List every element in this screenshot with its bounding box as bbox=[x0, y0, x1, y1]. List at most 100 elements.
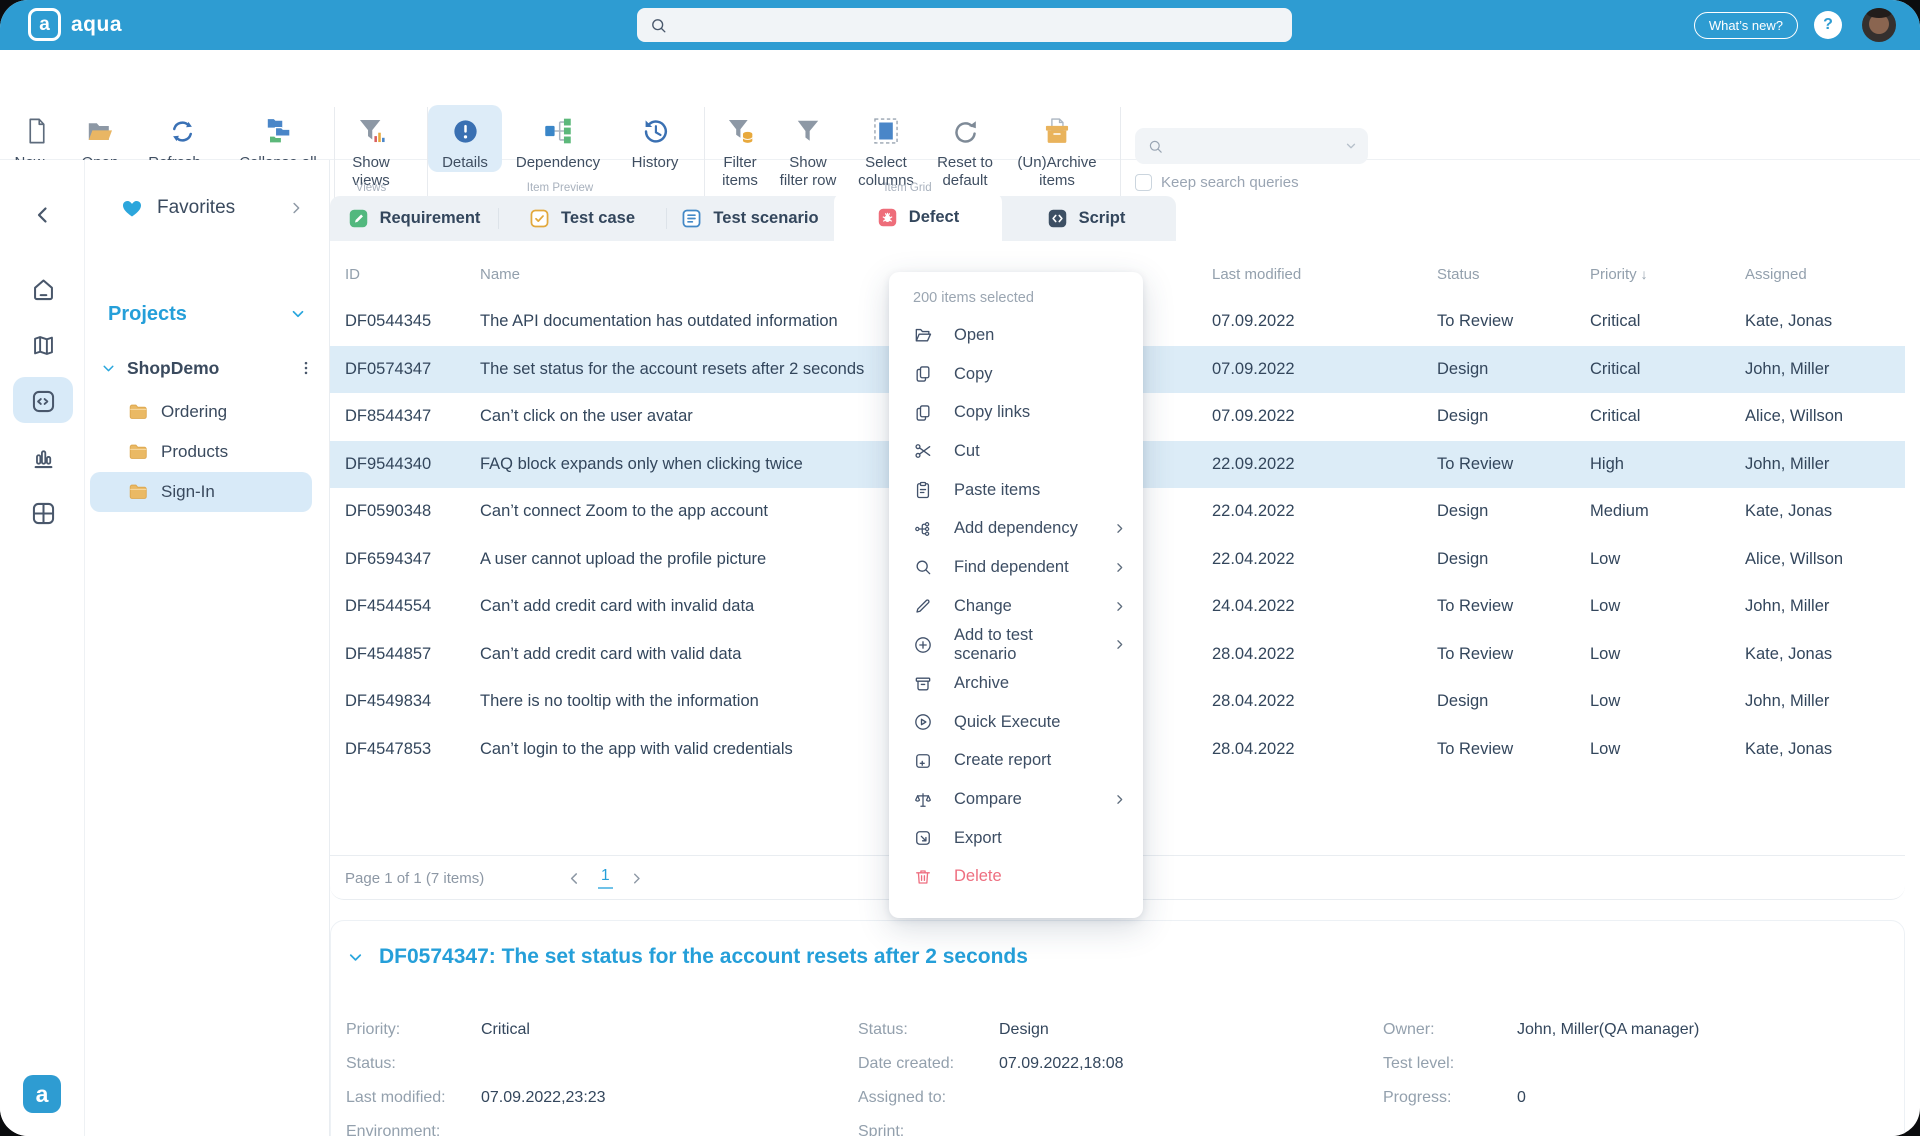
help-button[interactable]: ? bbox=[1814, 11, 1842, 39]
item-type-tab[interactable]: Defect bbox=[834, 193, 1002, 241]
context-menu-item[interactable]: Copy links bbox=[889, 393, 1143, 432]
column-header-status[interactable]: Status bbox=[1437, 266, 1590, 283]
folder-tree-item[interactable]: Products bbox=[90, 432, 312, 472]
search-icon bbox=[649, 16, 668, 35]
submenu-chevron-right-icon bbox=[1112, 792, 1127, 807]
favorites-section[interactable]: Favorites bbox=[85, 188, 329, 228]
collapse-projects-icon bbox=[267, 119, 291, 144]
cell-status: To Review bbox=[1437, 454, 1514, 473]
kebab-menu-icon[interactable] bbox=[297, 359, 315, 377]
collapse-sidebar-button[interactable] bbox=[28, 200, 58, 230]
grid-search-input[interactable] bbox=[1135, 128, 1368, 164]
project-sidebar: Favorites Projects ShopDemo Ordering Pro… bbox=[85, 160, 330, 1136]
folder-tree-item[interactable]: Sign-In bbox=[90, 472, 312, 512]
nav-items-button[interactable] bbox=[28, 386, 58, 416]
context-menu-item[interactable]: Copy bbox=[889, 355, 1143, 394]
projects-section-header[interactable]: Projects bbox=[108, 296, 307, 332]
item-type-tab[interactable]: Test case bbox=[498, 196, 666, 241]
menu-item-label: Find dependent bbox=[954, 557, 1069, 576]
chevron-down-icon[interactable] bbox=[346, 948, 365, 967]
context-menu-item[interactable]: Cut bbox=[889, 432, 1143, 471]
column-header-last-modified[interactable]: Last modified bbox=[1212, 266, 1437, 283]
cell-status: To Review bbox=[1437, 312, 1514, 331]
field-label: Date created: bbox=[858, 1055, 955, 1072]
field-label: Priority: bbox=[346, 1021, 401, 1038]
global-search-input[interactable] bbox=[637, 8, 1292, 42]
context-menu-header: 200 items selected bbox=[913, 290, 1034, 306]
nav-home-button[interactable] bbox=[28, 274, 58, 304]
script-icon bbox=[1047, 208, 1068, 229]
column-header-assigned[interactable]: Assigned bbox=[1745, 266, 1905, 283]
copy-icon bbox=[913, 364, 933, 384]
project-node-shopdemo[interactable]: ShopDemo bbox=[100, 348, 315, 388]
aqua-logo-icon: a bbox=[28, 8, 61, 41]
refresh-icon bbox=[172, 121, 192, 142]
menu-item-label: Quick Execute bbox=[954, 712, 1061, 731]
context-menu-item[interactable]: Archive bbox=[889, 664, 1143, 703]
folder-tree-item[interactable]: Ordering bbox=[90, 392, 312, 432]
cell-assigned: Kate, Jonas bbox=[1745, 644, 1833, 663]
cell-last-modified: 22.04.2022 bbox=[1212, 549, 1295, 568]
column-header-priority[interactable]: Priority ↓ bbox=[1590, 266, 1745, 283]
context-menu-item[interactable]: Compare bbox=[889, 780, 1143, 819]
next-page-icon[interactable] bbox=[628, 870, 645, 887]
context-menu-item[interactable]: Find dependent bbox=[889, 548, 1143, 587]
nav-dashboard-button[interactable] bbox=[28, 498, 58, 528]
new-document-icon bbox=[29, 118, 45, 144]
context-menu-item[interactable]: Create report bbox=[889, 742, 1143, 781]
column-header-id[interactable]: ID bbox=[345, 266, 480, 283]
context-menu-item[interactable]: Quick Execute bbox=[889, 703, 1143, 742]
previous-page-icon[interactable] bbox=[566, 870, 583, 887]
cell-assigned: Kate, Jonas bbox=[1745, 312, 1833, 331]
item-type-tab[interactable]: Requirement bbox=[330, 196, 498, 241]
detail-title-row[interactable]: DF0574347: The set status for the accoun… bbox=[346, 945, 1028, 969]
context-menu-item[interactable]: Change bbox=[889, 587, 1143, 626]
cut-icon bbox=[913, 441, 933, 461]
cell-id: DF8544347 bbox=[345, 407, 432, 426]
chevron-right-icon[interactable] bbox=[287, 199, 305, 217]
item-type-tab[interactable]: Script bbox=[1002, 196, 1170, 241]
folder-label: Sign-In bbox=[161, 482, 215, 501]
context-menu-item[interactable]: Open bbox=[889, 316, 1143, 355]
context-menu-item[interactable]: Add dependency bbox=[889, 509, 1143, 548]
cell-priority: Critical bbox=[1590, 407, 1641, 426]
cell-id: DF0574347 bbox=[345, 359, 432, 378]
chevron-down-icon[interactable] bbox=[100, 360, 117, 377]
cell-last-modified: 22.09.2022 bbox=[1212, 454, 1295, 473]
cell-priority: Low bbox=[1590, 644, 1621, 663]
detail-fields-col1: Priority: Critical Status: Last modified: 07… bbox=[346, 1013, 606, 1136]
context-menu-item[interactable]: Export bbox=[889, 819, 1143, 858]
nav-reports-button[interactable] bbox=[28, 442, 58, 472]
detail-title: DF0574347: The set status for the accoun… bbox=[379, 945, 1028, 968]
menu-item-label: Archive bbox=[954, 674, 1010, 693]
context-menu-item[interactable]: Delete bbox=[889, 858, 1143, 897]
whats-new-button[interactable]: What’s new? bbox=[1693, 12, 1798, 39]
nav-map-button[interactable] bbox=[28, 330, 58, 360]
chevron-down-icon[interactable] bbox=[289, 305, 307, 323]
context-menu-item[interactable]: Paste items bbox=[889, 471, 1143, 510]
cell-assigned: John, Miller bbox=[1745, 597, 1830, 616]
current-page-number[interactable]: 1 bbox=[598, 867, 613, 889]
context-menu-item[interactable]: Add to test scenario bbox=[889, 626, 1143, 665]
compare-icon bbox=[913, 790, 933, 810]
menu-item-label: Compare bbox=[954, 790, 1022, 809]
paste-icon bbox=[913, 480, 933, 500]
projects-label: Projects bbox=[108, 302, 187, 325]
item-type-tab[interactable]: Test scenario bbox=[666, 196, 834, 241]
item-type-tabs: Requirement Test case Test scenario Defe… bbox=[330, 193, 1176, 241]
field-label: Progress: bbox=[1383, 1089, 1452, 1106]
field-label: Test level: bbox=[1383, 1055, 1455, 1072]
menu-item-label: Paste items bbox=[954, 480, 1041, 499]
menu-item-label: Export bbox=[954, 828, 1002, 847]
cell-last-modified: 07.09.2022 bbox=[1212, 359, 1295, 378]
folder-tree: Ordering Products Sign-In bbox=[85, 392, 329, 512]
cell-assigned: Kate, Jonas bbox=[1745, 502, 1833, 521]
change-icon bbox=[913, 596, 933, 616]
user-avatar[interactable] bbox=[1862, 8, 1896, 42]
select-columns-icon bbox=[874, 118, 898, 144]
chevron-down-icon[interactable] bbox=[1344, 139, 1358, 153]
sort-descending-icon: ↓ bbox=[1640, 266, 1648, 282]
quick-execute-icon bbox=[913, 712, 933, 732]
context-menu: 200 items selected Open Copy Copy links … bbox=[889, 272, 1143, 918]
history-icon bbox=[644, 120, 667, 143]
